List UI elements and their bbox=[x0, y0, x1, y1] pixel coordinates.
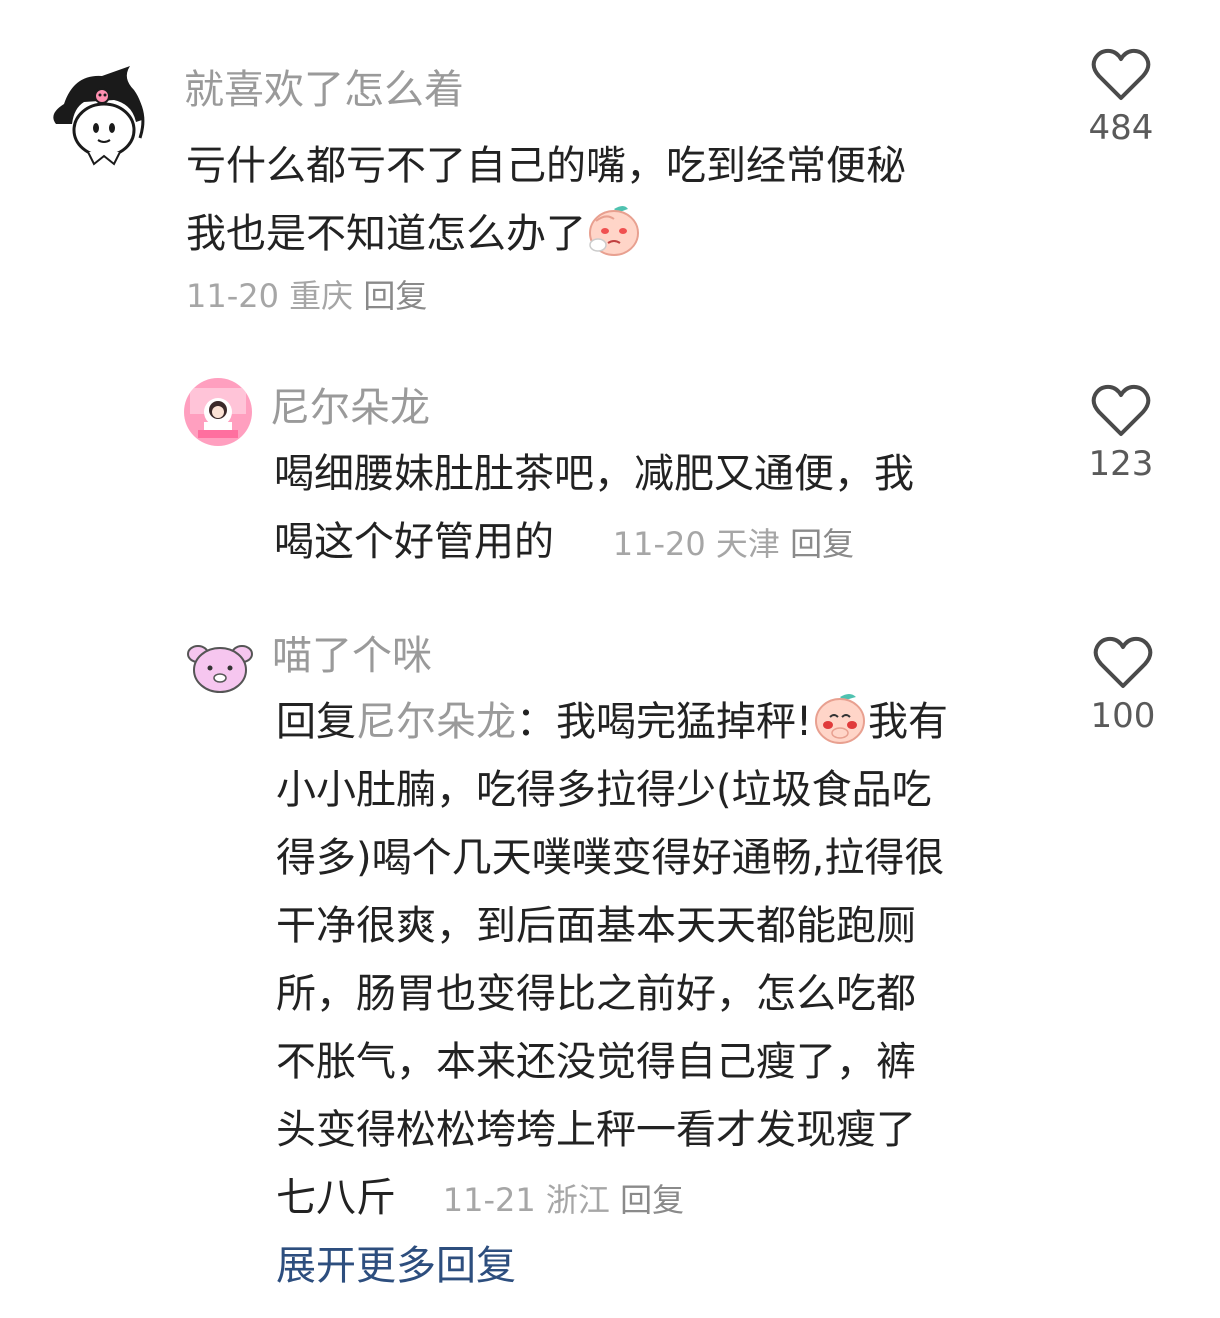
reply-button[interactable]: 回复 bbox=[363, 277, 427, 315]
reply-text-part: 我喝完猛掉秤! bbox=[556, 699, 813, 745]
comment-content[interactable]: 亏什么都亏不了自己的嘴，吃到经常便秘 我也是不知道怎么办了 bbox=[186, 132, 1046, 268]
reply-text-line: 喝细腰妹肚肚茶吧，减肥又通便，我 bbox=[274, 451, 914, 497]
reply-location: 浙江 bbox=[545, 1181, 610, 1219]
reply-meta: 11-20 天津 回复 bbox=[613, 525, 854, 563]
reply-content[interactable]: 回复尼尔朵龙：我喝完猛掉秤! 我有 小小肚腩，吃得多拉得少(垃圾食品吃 得多)喝… bbox=[276, 688, 1056, 1234]
reply-text-line: 不胀气，本来还没觉得自己瘦了，裤 bbox=[276, 1039, 916, 1085]
comment-meta: 11-20 重庆 回复 bbox=[186, 276, 427, 316]
reply-text-line: 七八斤 11-21 浙江 回复 bbox=[276, 1164, 1056, 1234]
reply-meta: 11-21 浙江 回复 bbox=[443, 1181, 684, 1219]
kuromi-avatar-icon[interactable] bbox=[44, 64, 152, 172]
reply-username[interactable]: 喵了个咪 bbox=[272, 632, 432, 680]
reply-button[interactable]: 回复 bbox=[790, 525, 854, 563]
reply-button[interactable]: 回复 bbox=[620, 1181, 684, 1219]
reply-text-line: 小小肚腩，吃得多拉得少(垃圾食品吃 bbox=[276, 767, 932, 813]
comment-username[interactable]: 就喜欢了怎么着 bbox=[184, 66, 464, 114]
reply-text-part: 七八斤 bbox=[276, 1175, 396, 1221]
reply-text-part: 喝这个好管用的 bbox=[274, 519, 554, 565]
reply-text-line: 头变得松松垮垮上秤一看才发现瘦了 bbox=[276, 1107, 916, 1153]
reply-item: 尼尔朵龙 喝细腰妹肚肚茶吧，减肥又通便，我 喝这个好管用的 11-20 天津 回… bbox=[0, 360, 1220, 590]
like-button[interactable]: 100 bbox=[1078, 636, 1168, 736]
reply-username[interactable]: 尼尔朵龙 bbox=[270, 384, 430, 432]
reply-location: 天津 bbox=[715, 525, 780, 563]
shy-peach-emoji-icon bbox=[812, 689, 868, 745]
like-button[interactable]: 123 bbox=[1076, 384, 1166, 484]
reply-content[interactable]: 喝细腰妹肚肚茶吧，减肥又通便，我 喝这个好管用的 11-20 天津 回复 bbox=[274, 440, 1054, 578]
heart-icon bbox=[1091, 384, 1151, 436]
reply-text-part: 我有 bbox=[868, 699, 949, 745]
pink-piglet-avatar-icon[interactable] bbox=[184, 630, 256, 702]
sick-peach-emoji-icon bbox=[586, 201, 642, 257]
like-count: 100 bbox=[1090, 696, 1156, 736]
comment-item: 就喜欢了怎么着 亏什么都亏不了自己的嘴，吃到经常便秘 我也是不知道怎么办了 11… bbox=[0, 0, 1220, 330]
reply-colon: ： bbox=[516, 699, 556, 745]
like-count: 123 bbox=[1088, 444, 1154, 484]
reply-text-line: 回复尼尔朵龙：我喝完猛掉秤! 我有 bbox=[276, 688, 1056, 756]
comment-text-line: 我也是不知道怎么办了 bbox=[186, 200, 1046, 268]
reply-text-line: 所，肠胃也变得比之前好，怎么吃都 bbox=[276, 971, 916, 1017]
reply-date: 11-21 bbox=[442, 1181, 536, 1219]
comment-location: 重庆 bbox=[289, 277, 354, 315]
reply-date: 11-20 bbox=[612, 525, 706, 563]
heart-icon bbox=[1091, 48, 1151, 100]
reply-prefix: 回复 bbox=[276, 699, 356, 745]
expand-more-replies-button[interactable]: 展开更多回复 bbox=[276, 1242, 516, 1290]
mention-link[interactable]: 尼尔朵龙 bbox=[356, 699, 516, 745]
reply-text-line: 喝这个好管用的 11-20 天津 回复 bbox=[274, 508, 1054, 578]
pink-room-avatar-icon[interactable] bbox=[184, 378, 252, 446]
reply-text-line: 干净很爽，到后面基本天天都能跑厕 bbox=[276, 903, 916, 949]
like-button[interactable]: 484 bbox=[1076, 48, 1166, 148]
comment-text-line: 亏什么都亏不了自己的嘴，吃到经常便秘 bbox=[186, 143, 906, 189]
reply-item: 喵了个咪 回复尼尔朵龙：我喝完猛掉秤! 我有 小小肚腩，吃得多拉得少(垃圾食品吃… bbox=[0, 612, 1220, 1232]
heart-icon bbox=[1093, 636, 1153, 688]
like-count: 484 bbox=[1088, 108, 1154, 148]
reply-text-line: 得多)喝个几天噗噗变得好通畅,拉得很 bbox=[276, 835, 945, 881]
comment-date: 11-20 bbox=[186, 277, 279, 315]
comment-text-part: 我也是不知道怎么办了 bbox=[186, 211, 586, 257]
